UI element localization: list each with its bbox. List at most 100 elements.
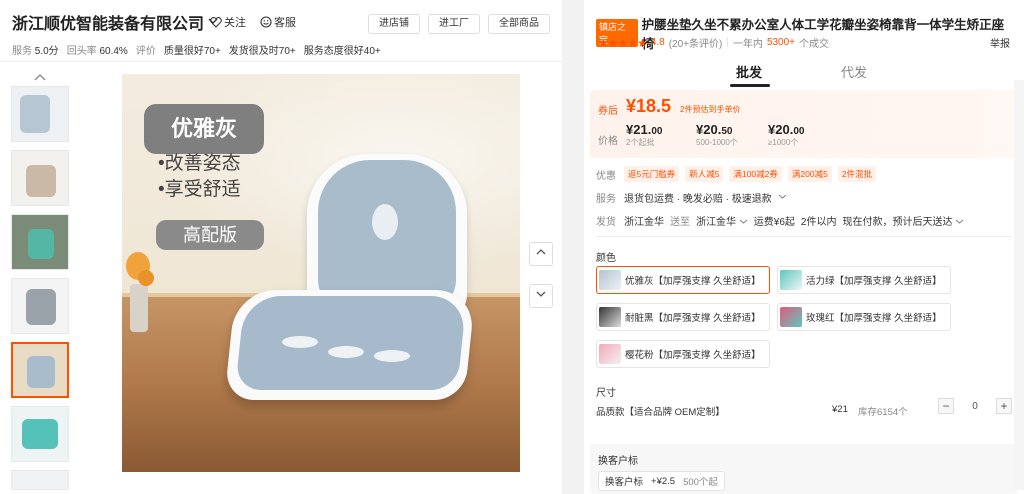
store-name-text[interactable]: 浙江顺优智能装备有限公司	[12, 10, 204, 34]
chevron-down-icon	[955, 217, 964, 228]
tabs: 批发 代发	[584, 62, 1024, 90]
divider	[596, 236, 1012, 237]
shipping-estimate-text[interactable]: 现在付款，预计后天送达	[842, 217, 952, 228]
tier-price-main: ¥21.	[626, 122, 652, 137]
all-products-button[interactable]: 全部商品	[488, 14, 550, 34]
thumbnail-active[interactable]	[11, 342, 69, 398]
coupon-note: 2件预估到手单价	[680, 105, 741, 114]
review-tag: 发货很及时70+	[228, 46, 296, 57]
review-tag: 服务态度很好40+	[303, 46, 381, 57]
separator: |	[726, 37, 729, 48]
swap-option-min: 500个起	[683, 477, 718, 488]
prev-image-button[interactable]	[529, 242, 553, 266]
color-section-title: 颜色	[596, 253, 616, 264]
color-option-grey[interactable]: 优雅灰【加厚强支撑 久坐舒适】	[596, 266, 770, 294]
thumbnail[interactable]	[11, 470, 69, 490]
tier-price-main: ¥20.	[768, 122, 794, 137]
quantity-stepper: − 0 +	[938, 398, 1012, 414]
thumbnail-chair	[28, 229, 54, 259]
store-name[interactable]: 浙江顺优智能装备有限公司	[12, 10, 218, 34]
thumbnail-chair	[26, 165, 56, 197]
color-option-label: 耐脏黑【加厚强支撑 久坐舒适】	[625, 313, 761, 324]
follow-button[interactable]: 关注	[210, 14, 246, 30]
chevron-down-icon	[778, 192, 787, 203]
feature-text: •改善姿态	[158, 153, 241, 174]
size-row: 品质款【适合品牌 OEM定制】 ¥21 库存6154个 − 0 +	[596, 398, 1012, 418]
stat-repurchase-label: 回头率	[66, 46, 97, 57]
promo-pill[interactable]: 新人减5	[685, 166, 724, 182]
stat-review-label: 评价	[135, 46, 156, 57]
shipping-row: 发货 浙江金华 送至 浙江金华 运费¥6起 2件以内 现在付款，预计后天送达	[596, 213, 964, 228]
color-option-black[interactable]: 耐脏黑【加厚强支撑 久坐舒适】	[596, 303, 770, 331]
size-section-title: 尺寸	[596, 388, 616, 399]
thumbnail[interactable]	[11, 214, 69, 270]
thumbnail[interactable]	[11, 150, 69, 206]
thumbnail-chair	[22, 419, 58, 449]
shipping-to-value[interactable]: 浙江金华	[696, 217, 736, 228]
shipping-to-label: 送至	[670, 217, 690, 228]
edition-badge: 高配版	[156, 220, 264, 250]
review-tag: 质量很好70+	[163, 46, 221, 57]
report-link[interactable]: 举报	[990, 35, 1010, 50]
seat-hole	[328, 346, 364, 358]
chair-seat-pad	[235, 296, 467, 390]
color-option-pink[interactable]: 樱花粉【加厚强支撑 久坐舒适】	[596, 340, 770, 368]
color-swatch	[780, 307, 802, 327]
promo-pill[interactable]: 满100减2券	[729, 166, 782, 182]
price-box: 券后 ¥18.5 2件预估到手单价 价格 ¥21.00 2个起批 ¥20.50 …	[590, 90, 1018, 158]
quantity-value[interactable]: 0	[968, 401, 982, 412]
main-product-image[interactable]: 优雅灰 •改善姿态 •享受舒适 高配版	[122, 74, 520, 472]
promo-pill[interactable]: 满200减5	[787, 166, 832, 182]
shipping-time: 2件以内	[800, 217, 837, 228]
color-option-label: 优雅灰【加厚强支撑 久坐舒适】	[625, 276, 761, 287]
promo-pill[interactable]: 2件混批	[837, 166, 877, 182]
color-swatch	[780, 270, 802, 290]
thumbnail[interactable]	[11, 86, 69, 142]
right-panel: 镇店之宝 护腰坐垫久坐不累办公室人体工学花瓣坐姿椅靠背一体学生矫正座椅 ★★★★…	[584, 0, 1024, 494]
feature-text: •享受舒适	[158, 179, 241, 200]
thumbnail-chair	[27, 356, 55, 388]
color-option-label: 活力绿【加厚强支撑 久坐舒适】	[806, 276, 942, 287]
chevron-up-icon	[536, 248, 546, 259]
swap-option[interactable]: 换客户标 +¥2.5 500个起	[598, 471, 725, 491]
enter-store-button[interactable]: 进店铺	[368, 14, 420, 34]
service-row[interactable]: 服务 退货包运费 · 晚发必赔 · 极速退款	[596, 190, 787, 205]
minus-button[interactable]: −	[938, 398, 954, 414]
thumbs-up-arrow-icon[interactable]	[10, 74, 70, 86]
shipping-to[interactable]: 浙江金华	[696, 213, 748, 228]
promo-pill[interactable]: 返5元门槛券	[624, 166, 680, 182]
enter-factory-button[interactable]: 进工厂	[428, 14, 480, 34]
tab-dropship[interactable]: 代发	[841, 62, 867, 81]
swap-option-price: +¥2.5	[651, 475, 676, 487]
swap-label-section: 换客户标 换客户标 +¥2.5 500个起	[590, 444, 1018, 494]
color-option-label: 樱花粉【加厚强支撑 久坐舒适】	[625, 350, 761, 361]
review-count[interactable]: (20+条评价)	[669, 35, 723, 50]
stat-service-value: 5.0分	[34, 46, 59, 57]
stat-repurchase-value: 60.4%	[99, 46, 128, 57]
color-swatch	[599, 270, 621, 290]
price-tier: ¥20.00 ≥1000个	[768, 122, 804, 148]
thumbnail[interactable]	[11, 406, 69, 462]
service-row-label: 服务	[596, 194, 616, 205]
color-option-rose[interactable]: 玫瑰红【加厚强支撑 久坐舒适】	[777, 303, 951, 331]
shipping-estimate[interactable]: 现在付款，预计后天送达	[842, 213, 964, 228]
follow-label: 关注	[224, 17, 246, 29]
heart-icon	[210, 16, 222, 28]
smile-icon	[260, 16, 272, 28]
plus-button[interactable]: +	[996, 398, 1012, 414]
coupon-label: 券后	[598, 106, 618, 117]
size-price: ¥21	[832, 404, 848, 415]
tab-wholesale[interactable]: 批发	[736, 62, 762, 81]
next-image-button[interactable]	[529, 284, 553, 308]
stat-service: 服务 5.0分	[12, 42, 59, 57]
thumbnail[interactable]	[11, 278, 69, 334]
vase	[130, 284, 148, 332]
swap-title: 换客户标	[598, 456, 638, 467]
rating-stars: ★★★★★	[598, 35, 648, 50]
color-option-green[interactable]: 活力绿【加厚强支撑 久坐舒适】	[777, 266, 951, 294]
tier-qty: 2个起批	[626, 138, 655, 147]
service-button[interactable]: 客服	[260, 14, 296, 30]
thumbnail-chair	[26, 289, 56, 325]
flower	[138, 270, 154, 286]
swap-option-label: 换客户标	[605, 477, 644, 488]
